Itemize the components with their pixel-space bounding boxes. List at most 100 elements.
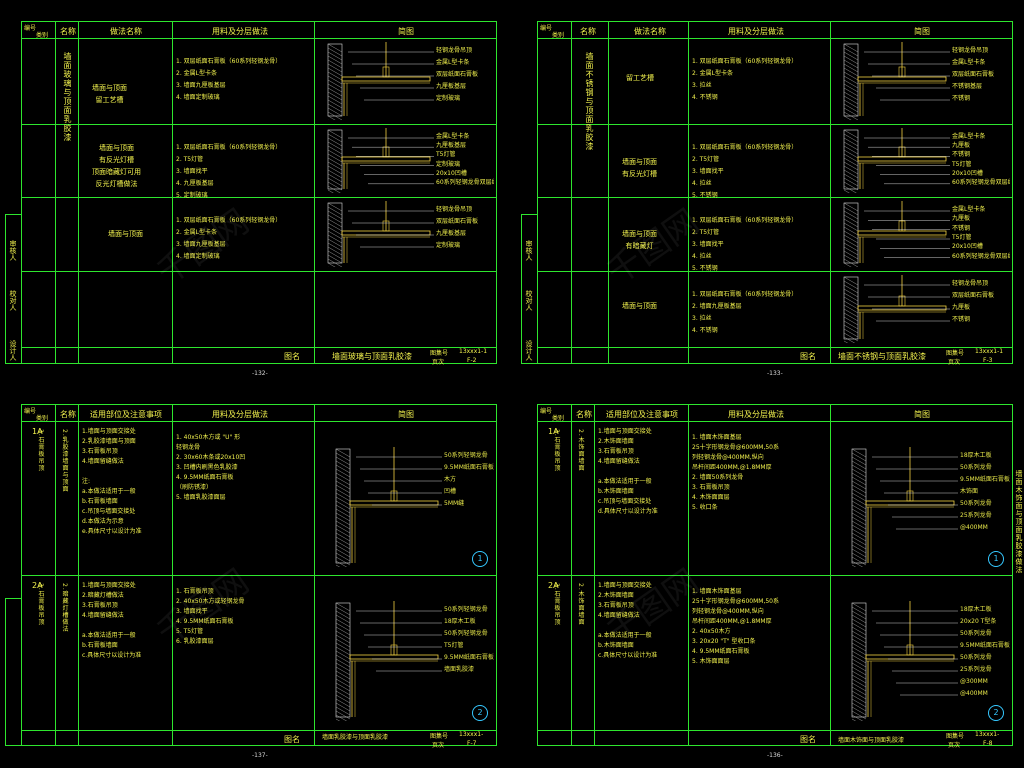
leader-label: 双层纸面石膏板 <box>952 292 995 299</box>
layer-item: 5. 墙面乳胶漆面层 <box>176 494 226 501</box>
leader-label: 墙面乳胶漆 <box>444 666 475 673</box>
header-layers: 用料及分层做法 <box>212 410 268 419</box>
header-num: 编号 <box>540 408 553 415</box>
leader-label: 凹槽 <box>444 488 457 495</box>
scope-item: d.具体尺寸以设计为准 <box>598 508 658 515</box>
layer-item: 4. 九厘板基层 <box>176 180 214 187</box>
method-row-1: 留工艺槽 <box>626 74 654 82</box>
scope-item: c.具体尺寸以设计为准 <box>82 652 142 659</box>
footer-code: 13xxx1- <box>975 731 1000 738</box>
layer-item: 3. 石膏板吊顶 <box>692 484 730 491</box>
category-column: 2.木饰面墙面 <box>577 429 584 472</box>
scope-item: 4.墙面留缝做法 <box>598 458 640 465</box>
scope-item: d.本做法为示意 <box>82 518 124 525</box>
layer-item: 4. 9.5MM纸面石膏板 <box>692 648 750 655</box>
side-label-reviewer: 审核人 <box>525 240 533 261</box>
leader-label: @400MM <box>960 690 988 697</box>
leader-label: 九厘板基层 <box>436 83 467 90</box>
header-cat: 类别 <box>36 415 49 422</box>
leader-label: 18厚木工板 <box>960 606 992 613</box>
leader-label: 50系列龙骨 <box>960 500 992 507</box>
footer-title: 墙面乳胶漆与顶面乳胶漆 <box>322 734 389 741</box>
layer-item: 4. 木饰面面层 <box>692 494 730 501</box>
leader-label: 九厘板基层 <box>436 230 467 237</box>
scope-item: a.本做法适用于一般 <box>82 488 136 495</box>
leader-label: 金属L型卡条 <box>952 206 986 213</box>
side-cell-3 <box>5 598 22 746</box>
layer-item: 1. 40x50木方或 "U" 形 <box>176 434 241 441</box>
side-category: 墙面木饰面与顶面乳胶漆做法 <box>1015 470 1023 574</box>
leader-label: 50系列龙骨 <box>960 654 992 661</box>
header-num: 编号 <box>24 25 37 32</box>
footer-label: 图名 <box>800 735 816 744</box>
layer-item: 3. 墙面九厘板基层 <box>176 241 226 248</box>
scope-item: e.具体尺寸以设计为准 <box>82 528 142 535</box>
layer-item: 1. 双层纸面石膏板（60系列轻钢龙骨） <box>692 291 798 298</box>
scope-item: 1.墙面与顶面交接处 <box>82 428 136 435</box>
category-column: 2.木饰面墙面 <box>577 583 584 626</box>
layer-item: 吊杆间距400MM,@1.8MM厚 <box>692 618 772 625</box>
layer-item: 2. 40x50木方或轻钢龙骨 <box>176 598 245 605</box>
leader-label: 25系列龙骨 <box>960 512 992 519</box>
method-row-2: 墙面与顶面 有反光灯槽 顶面暗藏灯可用 反光灯槽做法 <box>92 144 141 188</box>
header-name: 名称 <box>580 27 596 36</box>
leader-label: 不锈钢 <box>952 151 971 159</box>
scope-item: b.木饰面墙面 <box>598 642 634 649</box>
header-name: 名称 <box>60 410 76 419</box>
layer-item: 吊杆间距400MM,@1.8MM厚 <box>692 464 772 471</box>
layer-item: 2. T5灯管 <box>692 229 720 236</box>
header-layers: 用料及分层做法 <box>728 410 784 419</box>
footer-code-label: 图集号 <box>946 350 965 357</box>
layer-item: 3. 拉丝 <box>692 82 712 89</box>
layer-item: 3. 墙面找平 <box>176 168 208 175</box>
detail-number-circle: 2 <box>988 705 1004 721</box>
leader-label: 50系列龙骨 <box>960 464 992 471</box>
leader-label: T5灯管 <box>436 151 456 159</box>
method-row-4: 墙面与顶面 <box>622 302 657 310</box>
scope-item: b.石膏板墙面 <box>82 498 118 505</box>
footer-page: F-2 <box>467 357 477 364</box>
layer-item: 2. 40x50木方 <box>692 628 731 635</box>
footer-title: 墙面不锈钢与顶面乳胶漆 <box>838 352 926 361</box>
leader-label: 50系列轻钢龙骨 <box>444 452 488 459</box>
layer-item: 3. 墙面找平 <box>176 608 208 615</box>
footer-code-label: 图集号 <box>430 350 449 357</box>
layer-item: 3. 墙面九厘板基层 <box>176 82 226 89</box>
leader-label: @300MM <box>960 678 988 685</box>
header-num: 编号 <box>24 408 37 415</box>
drawing-sheet-3: 编号 类别 名称 适用部位及注意事项 用料及分层做法 简图 1A 2A 2.乳胶… <box>21 404 497 749</box>
scope-item: b.石膏板墙面 <box>82 642 118 649</box>
leader-label: 双层纸面石膏板 <box>436 218 479 225</box>
header-figure: 简图 <box>914 410 930 419</box>
footer-label: 图名 <box>284 352 300 361</box>
scope-item: a.本做法适用于一般 <box>598 478 652 485</box>
footer-code-label: 图集号 <box>430 733 449 740</box>
layer-item: 4. 不锈钢 <box>692 94 718 101</box>
layer-item: 1. 双层纸面石膏板（60系列轻钢龙骨） <box>176 144 282 151</box>
footer-label: 图名 <box>800 352 816 361</box>
scope-item: 2.木饰面墙面 <box>598 438 634 445</box>
category-column: 3.石膏板吊顶 <box>553 583 560 626</box>
category-column: 3.石膏板吊顶 <box>553 429 560 472</box>
leader-label: T5灯管 <box>444 642 464 649</box>
scope-item: 4.墙面留缝做法 <box>82 612 124 619</box>
layer-item: 4. 墙面定制玻璃 <box>176 94 220 101</box>
leader-label: 60系列轻钢龙骨双层纸面石膏板 <box>436 178 494 186</box>
side-label-reviewer: 审核人 <box>9 240 17 261</box>
layer-item: 1. 双层纸面石膏板（60系列轻钢龙骨） <box>692 217 798 224</box>
scope-item: 1.墙面与顶面交接处 <box>82 582 136 589</box>
leader-label: 九厘板基层 <box>436 142 467 150</box>
scope-item: c.吊顶与墙面交接处 <box>598 498 652 505</box>
layer-item: 3. 凹槽内刷黑色乳胶漆 <box>176 464 238 471</box>
leader-label: 木饰面 <box>960 488 979 495</box>
leader-label: 九厘板 <box>952 142 971 150</box>
layer-item: （刷防锈漆） <box>176 484 213 491</box>
scope-item: 3.石膏板吊顶 <box>82 448 118 455</box>
leader-label: 定制玻璃 <box>436 242 461 249</box>
leader-label: 25系列龙骨 <box>960 666 992 673</box>
layer-item: 2. 墙面九厘板基层 <box>692 303 742 310</box>
layer-item: 3. 墙面找平 <box>692 168 724 175</box>
header-name: 名称 <box>60 27 76 36</box>
header-name: 名称 <box>576 410 592 419</box>
footer-page-label: 页次 <box>948 742 961 749</box>
